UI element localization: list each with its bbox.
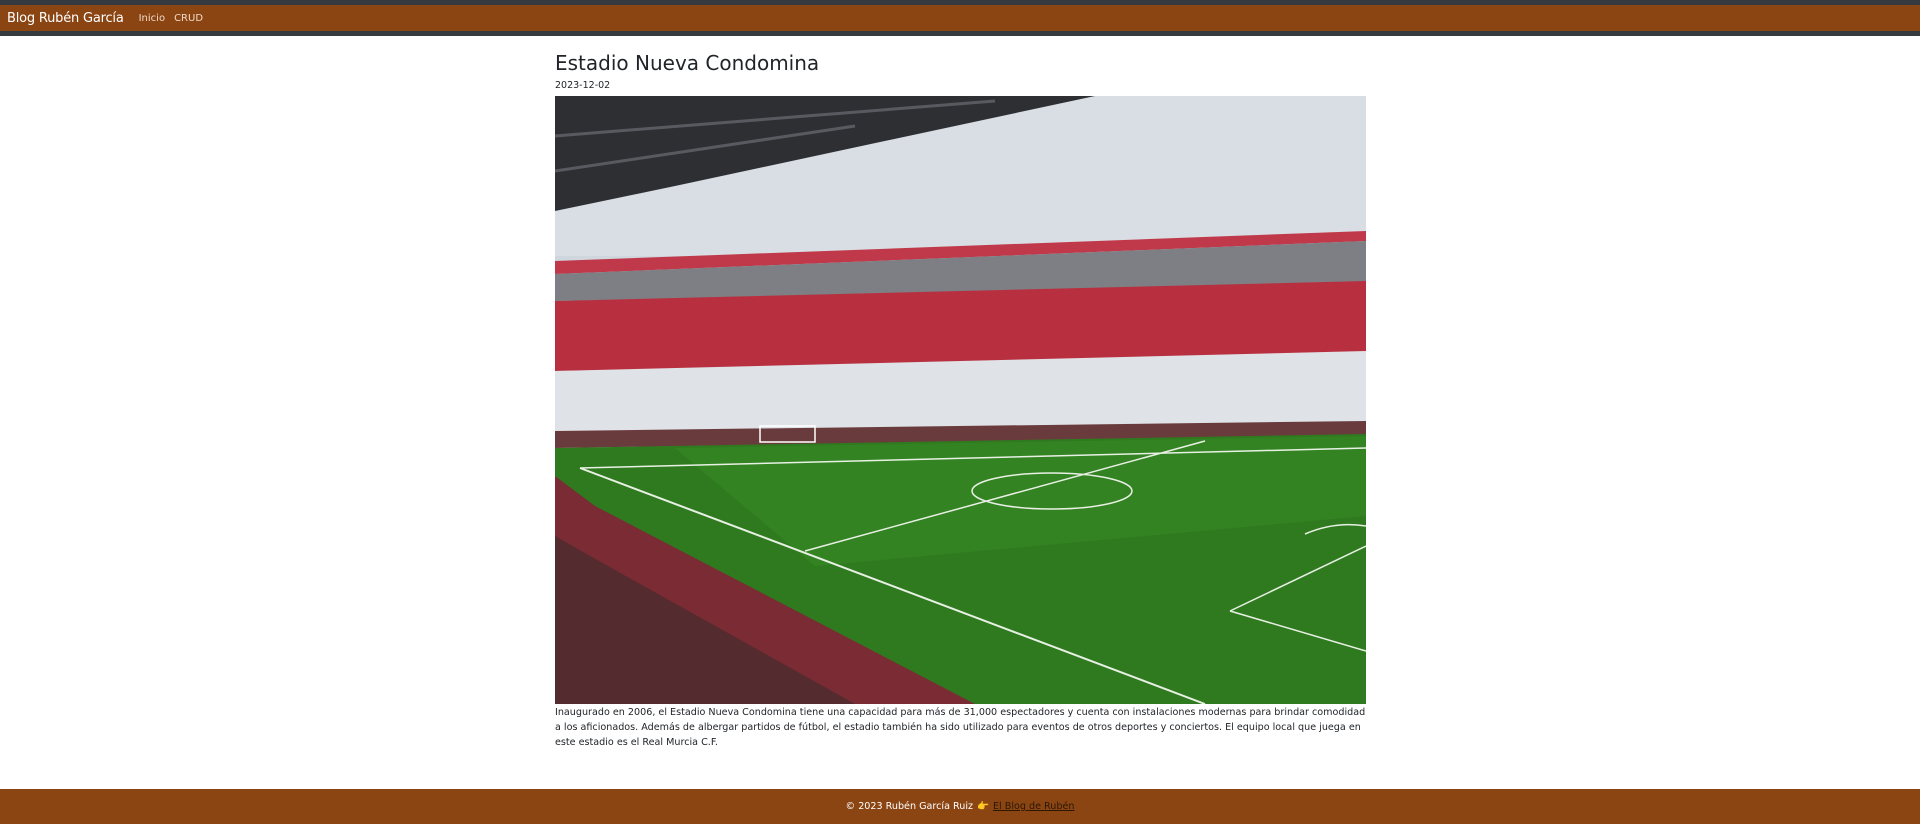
- brand-link[interactable]: Blog Rubén García: [7, 11, 124, 26]
- stadium-illustration: [555, 96, 1366, 704]
- stadium-photo: [555, 96, 1366, 704]
- pointing-hand-icon: 👉: [977, 801, 989, 812]
- nav-link-crud[interactable]: CRUD: [174, 13, 203, 24]
- footer-copyright: © 2023 Rubén García Ruiz: [845, 801, 974, 812]
- footer: © 2023 Rubén García Ruiz 👉 El Blog de Ru…: [0, 789, 1920, 824]
- nav-link-inicio[interactable]: Inicio: [139, 13, 165, 24]
- footer-blog-link[interactable]: El Blog de Rubén: [993, 801, 1074, 812]
- navbar: Blog Rubén García Inicio CRUD: [0, 0, 1920, 36]
- post-body: Inaugurado en 2006, el Estadio Nueva Con…: [555, 707, 1366, 748]
- post-date: 2023-12-02: [555, 80, 611, 91]
- post-title: Estadio Nueva Condomina: [555, 51, 820, 75]
- post-header: Estadio Nueva Condomina 2023-12-02: [555, 50, 1366, 92]
